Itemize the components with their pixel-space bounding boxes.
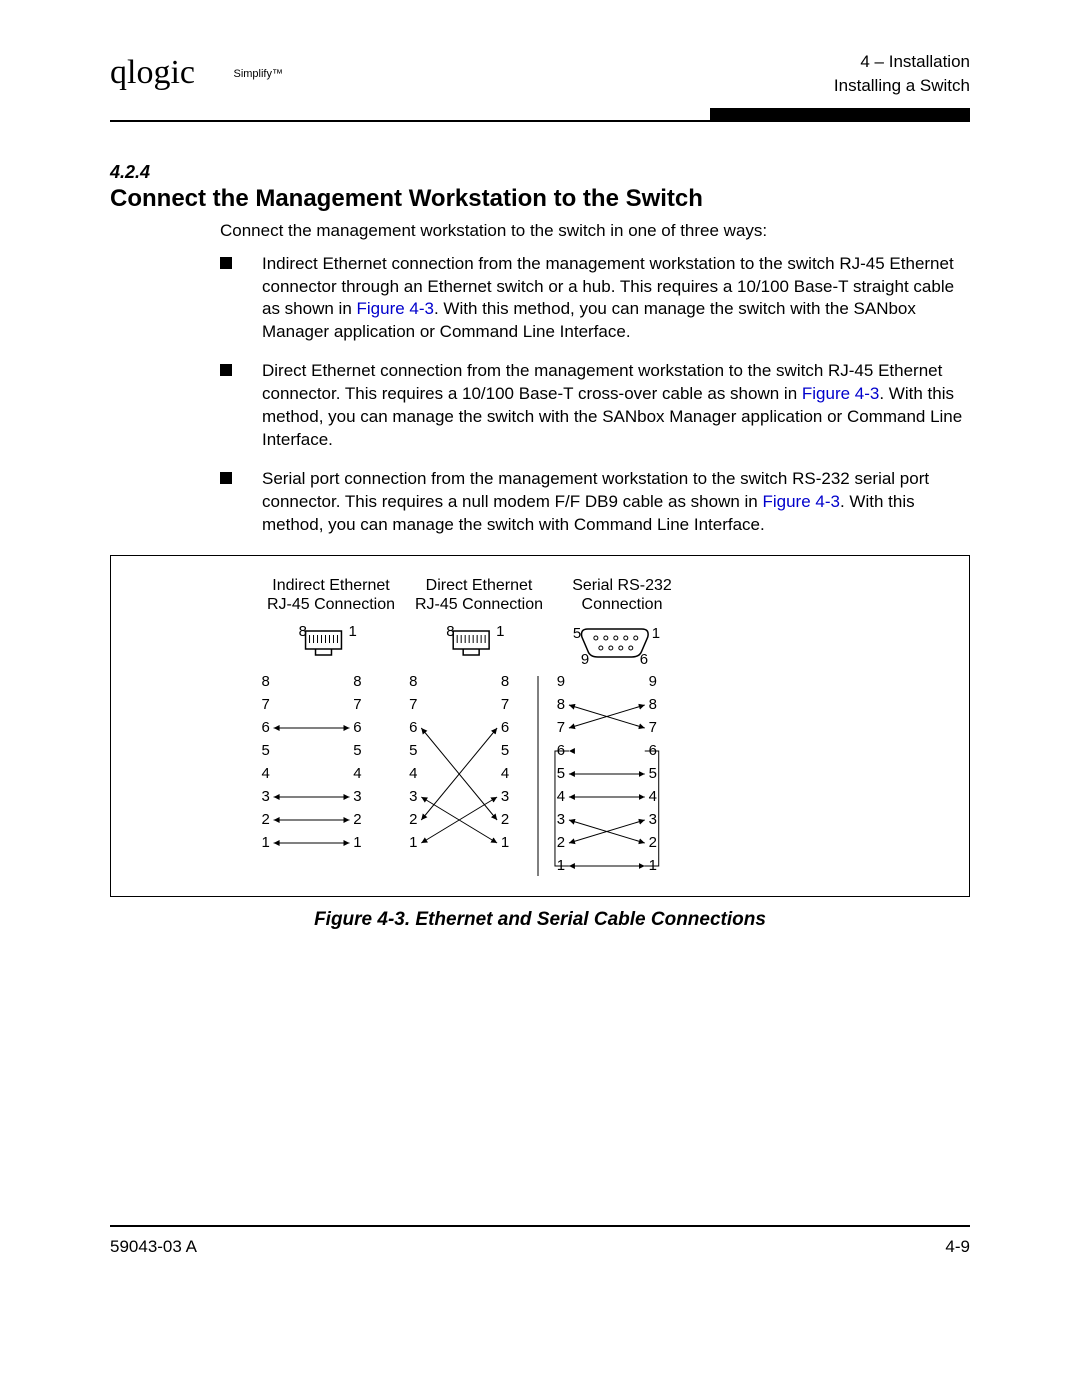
svg-text:6: 6: [640, 651, 648, 668]
section-number: 4.2.4: [110, 162, 970, 183]
svg-text:5: 5: [353, 742, 361, 759]
svg-text:4: 4: [353, 765, 361, 782]
svg-text:6: 6: [261, 719, 269, 736]
breadcrumb-chapter: 4 – Installation: [834, 50, 970, 74]
svg-text:8: 8: [649, 696, 657, 713]
svg-text:1: 1: [409, 834, 417, 851]
figure-link[interactable]: Figure 4-3: [762, 492, 839, 511]
svg-text:2: 2: [649, 834, 657, 851]
svg-text:6: 6: [501, 719, 509, 736]
svg-text:8: 8: [353, 673, 361, 690]
svg-text:1: 1: [353, 834, 361, 851]
bullet-icon: [220, 257, 232, 269]
svg-text:4: 4: [261, 765, 269, 782]
footer-pagenum: 4-9: [945, 1237, 970, 1257]
svg-text:3: 3: [409, 788, 417, 805]
svg-text:5: 5: [557, 765, 565, 782]
footer-rule: [110, 1225, 970, 1227]
svg-text:4: 4: [649, 788, 657, 805]
svg-text:2: 2: [409, 811, 417, 828]
svg-text:9: 9: [581, 651, 589, 668]
list-item: Indirect Ethernet connection from the ma…: [220, 253, 970, 345]
svg-text:5: 5: [573, 625, 581, 642]
svg-text:3: 3: [501, 788, 509, 805]
logo: qlogic Simplify™: [110, 50, 283, 90]
svg-text:7: 7: [261, 696, 269, 713]
svg-text:8: 8: [501, 673, 509, 690]
svg-text:1: 1: [348, 623, 356, 640]
svg-text:9: 9: [557, 673, 565, 690]
svg-text:3: 3: [557, 811, 565, 828]
svg-text:3: 3: [649, 811, 657, 828]
header-rule: [110, 108, 970, 122]
svg-text:2: 2: [353, 811, 361, 828]
svg-text:1: 1: [649, 857, 657, 874]
bullet-icon: [220, 364, 232, 376]
svg-text:1: 1: [496, 623, 504, 640]
section-title: Connect the Management Workstation to th…: [110, 185, 970, 213]
svg-text:5: 5: [501, 742, 509, 759]
svg-text:6: 6: [649, 742, 657, 759]
figure-caption: Figure 4-3. Ethernet and Serial Cable Co…: [110, 909, 970, 931]
svg-text:5: 5: [409, 742, 417, 759]
svg-text:2: 2: [261, 811, 269, 828]
svg-text:6: 6: [353, 719, 361, 736]
svg-text:6: 6: [409, 719, 417, 736]
svg-text:7: 7: [501, 696, 509, 713]
svg-text:6: 6: [557, 742, 565, 759]
svg-text:2: 2: [501, 811, 509, 828]
svg-text:4: 4: [501, 765, 509, 782]
svg-text:1: 1: [652, 625, 660, 642]
list-item: Serial port connection from the manageme…: [220, 468, 970, 537]
svg-text:1: 1: [261, 834, 269, 851]
svg-text:4: 4: [557, 788, 565, 805]
pinout-diagram: 8 1 8 8 7 7 6 6 5 5 4 4 3 3 2 2 1 1: [111, 556, 969, 896]
breadcrumb-section: Installing a Switch: [834, 74, 970, 98]
figure-link[interactable]: Figure 4-3: [357, 299, 434, 318]
svg-text:7: 7: [353, 696, 361, 713]
section-intro: Connect the management workstation to th…: [220, 221, 970, 241]
svg-text:8: 8: [299, 623, 307, 640]
figure-box: Indirect Ethernet RJ-45 Connection Direc…: [110, 555, 970, 897]
figure-link[interactable]: Figure 4-3: [802, 384, 879, 403]
svg-text:2: 2: [557, 834, 565, 851]
logo-text: qlogic: [110, 54, 195, 91]
svg-text:7: 7: [649, 719, 657, 736]
logo-tagline: Simplify™: [233, 69, 283, 80]
svg-text:3: 3: [261, 788, 269, 805]
bullet-icon: [220, 472, 232, 484]
svg-text:5: 5: [649, 765, 657, 782]
svg-text:5: 5: [261, 742, 269, 759]
footer-docnum: 59043-03 A: [110, 1237, 197, 1257]
svg-text:3: 3: [353, 788, 361, 805]
svg-text:1: 1: [501, 834, 509, 851]
svg-text:8: 8: [557, 696, 565, 713]
breadcrumb: 4 – Installation Installing a Switch: [834, 50, 970, 98]
svg-text:7: 7: [409, 696, 417, 713]
list-item: Direct Ethernet connection from the mana…: [220, 360, 970, 452]
svg-text:8: 8: [446, 623, 454, 640]
svg-text:1: 1: [557, 857, 565, 874]
svg-text:8: 8: [409, 673, 417, 690]
svg-text:9: 9: [649, 673, 657, 690]
svg-text:7: 7: [557, 719, 565, 736]
svg-text:4: 4: [409, 765, 417, 782]
svg-text:8: 8: [261, 673, 269, 690]
